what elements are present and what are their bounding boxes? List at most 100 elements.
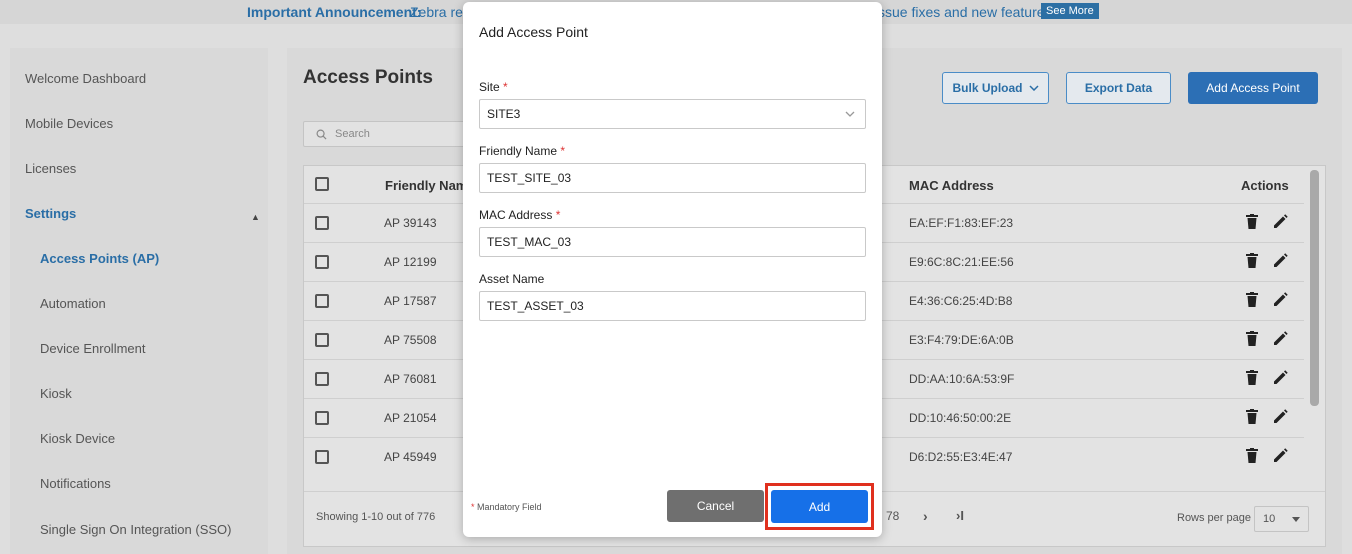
row-mac-address: D6:D2:55:E3:4E:47	[909, 450, 1013, 464]
mac-address-label: MAC Address *	[479, 208, 560, 222]
add-button[interactable]: Add	[771, 490, 868, 523]
bulk-upload-button[interactable]: Bulk Upload	[942, 72, 1049, 104]
delete-icon[interactable]	[1246, 214, 1258, 229]
required-asterisk: *	[471, 502, 475, 512]
edit-icon[interactable]	[1273, 370, 1288, 385]
column-header-actions: Actions	[1241, 178, 1289, 193]
collapse-caret-icon[interactable]: ▲	[251, 212, 260, 222]
chevron-down-icon	[845, 111, 855, 117]
site-label-text: Site	[479, 80, 500, 94]
mac-address-value: TEST_MAC_03	[487, 235, 572, 249]
delete-icon[interactable]	[1246, 448, 1258, 463]
asset-name-field[interactable]: TEST_ASSET_03	[479, 291, 866, 321]
add-label: Add	[808, 499, 831, 514]
delete-icon[interactable]	[1246, 331, 1258, 346]
row-checkbox[interactable]	[315, 294, 329, 308]
site-select[interactable]: SITE3	[479, 99, 866, 129]
sidebar-item-sso[interactable]: Single Sign On Integration (SSO)	[40, 522, 232, 537]
sidebar-item-kiosk[interactable]: Kiosk	[40, 386, 72, 401]
announcement-text-end: ssue fixes and new features.	[878, 4, 1056, 20]
friendly-name-field[interactable]: TEST_SITE_03	[479, 163, 866, 193]
sidebar-item-access-points[interactable]: Access Points (AP)	[40, 251, 159, 266]
friendly-name-label-text: Friendly Name	[479, 144, 558, 158]
select-all-checkbox[interactable]	[315, 177, 329, 191]
required-asterisk: *	[503, 80, 508, 94]
row-checkbox[interactable]	[315, 216, 329, 230]
sidebar-item-kiosk-device[interactable]: Kiosk Device	[40, 431, 115, 446]
search-input[interactable]: Search	[303, 121, 473, 147]
chevron-down-icon	[1028, 85, 1039, 91]
rows-per-page-label: Rows per page	[1177, 512, 1251, 524]
sidebar-item-welcome-dashboard[interactable]: Welcome Dashboard	[25, 71, 146, 86]
edit-icon[interactable]	[1273, 253, 1288, 268]
column-header-friendly-name[interactable]: Friendly Nam	[385, 178, 467, 193]
delete-icon[interactable]	[1246, 292, 1258, 307]
row-checkbox[interactable]	[315, 411, 329, 425]
row-friendly-name: AP 21054	[384, 411, 437, 425]
sidebar-item-settings[interactable]: Settings	[25, 206, 76, 221]
rows-per-page-value: 10	[1263, 513, 1276, 525]
delete-icon[interactable]	[1246, 253, 1258, 268]
delete-icon[interactable]	[1246, 409, 1258, 424]
search-icon	[316, 129, 327, 140]
sidebar-item-device-enrollment[interactable]: Device Enrollment	[40, 341, 146, 356]
row-checkbox[interactable]	[315, 333, 329, 347]
edit-icon[interactable]	[1273, 409, 1288, 424]
required-asterisk: *	[555, 208, 561, 222]
add-access-point-label: Add Access Point	[1206, 81, 1300, 95]
row-friendly-name: AP 17587	[384, 294, 437, 308]
next-page-icon[interactable]: ›	[923, 508, 928, 524]
add-access-point-dialog: Add Access Point Site * SITE3 Friendly N…	[463, 2, 882, 537]
bulk-upload-label: Bulk Upload	[952, 81, 1023, 95]
row-checkbox[interactable]	[315, 450, 329, 464]
row-mac-address: E3:F4:79:DE:6A:0B	[909, 333, 1014, 347]
export-data-button[interactable]: Export Data	[1066, 72, 1171, 104]
row-friendly-name: AP 12199	[384, 255, 437, 269]
sidebar-item-mobile-devices[interactable]: Mobile Devices	[25, 116, 113, 131]
row-checkbox[interactable]	[315, 372, 329, 386]
edit-icon[interactable]	[1273, 292, 1288, 307]
mac-address-label-text: MAC Address	[479, 208, 553, 222]
last-page-icon[interactable]: ›I	[956, 508, 964, 523]
cancel-label: Cancel	[696, 499, 735, 513]
sidebar: Welcome Dashboard Mobile Devices License…	[10, 48, 268, 554]
row-mac-address: DD:AA:10:6A:53:9F	[909, 372, 1015, 386]
caret-down-icon	[1292, 516, 1300, 522]
row-friendly-name: AP 45949	[384, 450, 437, 464]
asset-name-label: Asset Name	[479, 272, 545, 286]
site-value: SITE3	[487, 107, 521, 121]
sidebar-item-automation[interactable]: Automation	[40, 296, 106, 311]
row-mac-address: E9:6C:8C:21:EE:56	[909, 255, 1014, 269]
row-friendly-name: AP 76081	[384, 372, 437, 386]
asset-name-value: TEST_ASSET_03	[487, 299, 584, 313]
row-mac-address: E4:36:C6:25:4D:B8	[909, 294, 1013, 308]
edit-icon[interactable]	[1273, 331, 1288, 346]
add-access-point-button[interactable]: Add Access Point	[1188, 72, 1318, 104]
row-friendly-name: AP 75508	[384, 333, 437, 347]
search-placeholder: Search	[335, 128, 370, 140]
friendly-name-label: Friendly Name *	[479, 144, 565, 158]
sidebar-item-licenses[interactable]: Licenses	[25, 161, 76, 176]
see-more-button[interactable]: See More	[1041, 3, 1099, 19]
column-header-mac-address[interactable]: MAC Address	[909, 178, 994, 193]
mandatory-note-text: Mandatory Field	[477, 502, 542, 512]
edit-icon[interactable]	[1273, 448, 1288, 463]
delete-icon[interactable]	[1246, 370, 1258, 385]
showing-count: Showing 1-10 out of 776	[316, 511, 436, 523]
mac-address-field[interactable]: TEST_MAC_03	[479, 227, 866, 257]
row-checkbox[interactable]	[315, 255, 329, 269]
announcement-text-start: Zebra re	[410, 4, 463, 20]
page-number-last[interactable]: 78	[886, 509, 899, 523]
edit-icon[interactable]	[1273, 214, 1288, 229]
required-asterisk: *	[560, 144, 566, 158]
row-mac-address: EA:EF:F1:83:EF:23	[909, 216, 1014, 230]
mandatory-note: * Mandatory Field	[471, 502, 542, 512]
export-data-label: Export Data	[1084, 81, 1153, 95]
rows-per-page-select[interactable]: 10	[1254, 506, 1309, 532]
row-friendly-name: AP 39143	[384, 216, 437, 230]
dialog-title: Add Access Point	[479, 24, 588, 40]
table-scrollbar[interactable]	[1310, 170, 1319, 406]
sidebar-item-notifications[interactable]: Notifications	[40, 476, 111, 491]
cancel-button[interactable]: Cancel	[667, 490, 764, 522]
friendly-name-value: TEST_SITE_03	[487, 171, 572, 185]
